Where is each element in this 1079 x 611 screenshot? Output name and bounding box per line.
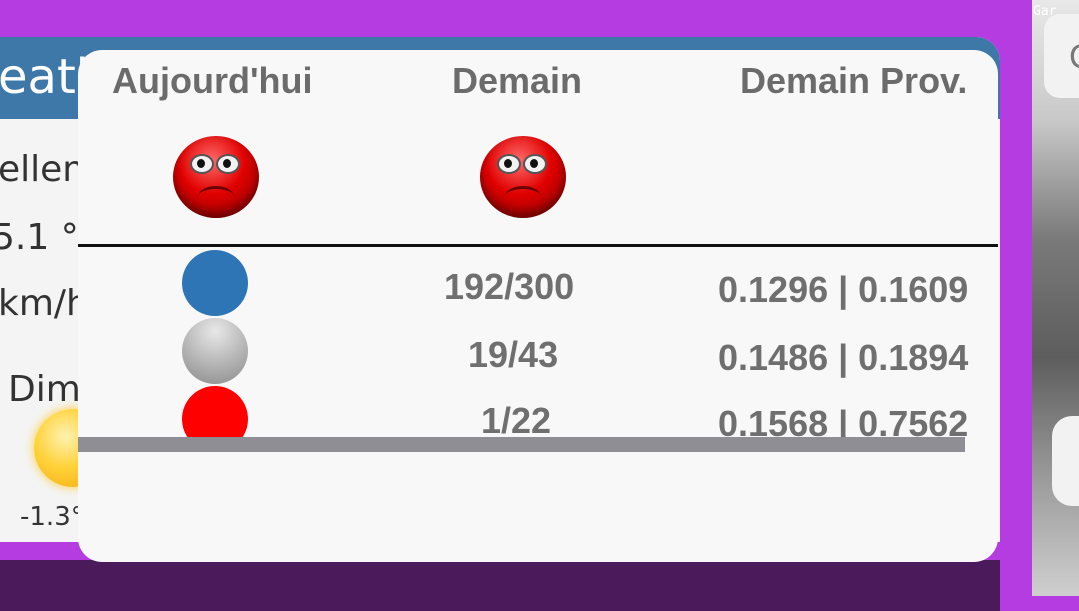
red-days-count: 1/22	[481, 400, 552, 441]
blue-day-dot	[182, 250, 248, 316]
mouth	[198, 186, 234, 207]
weather-forecast-temp: -1.3°	[20, 502, 84, 532]
weather-wind: km/h	[0, 283, 89, 324]
white-day-dot	[182, 318, 248, 384]
red-face-icon	[480, 136, 566, 218]
side-top-button-glyph: C	[1069, 38, 1079, 77]
red-face-icon	[173, 136, 259, 218]
blue-days-count: 192/300	[444, 266, 575, 307]
header-tomorrow-forecast: Demain Prov.	[740, 60, 968, 101]
mouth	[505, 186, 541, 207]
eye-right	[523, 154, 547, 174]
eye-left	[190, 154, 214, 174]
eye-left	[497, 154, 521, 174]
side-top-button[interactable]: C	[1044, 14, 1079, 98]
bottom-bar	[0, 560, 1000, 611]
side-bottom-button[interactable]	[1052, 416, 1079, 506]
eye-right	[216, 154, 240, 174]
scroll-bar[interactable]	[78, 437, 965, 452]
white-days-count: 19/43	[468, 334, 559, 375]
white-price: 0.1486 | 0.1894	[718, 337, 969, 378]
divider	[78, 244, 998, 247]
blue-price: 0.1296 | 0.1609	[718, 269, 969, 310]
header-today: Aujourd'hui	[112, 60, 313, 101]
header-tomorrow: Demain	[452, 60, 583, 101]
tempo-popup: Aujourd'hui Demain Demain Prov. 192/300 …	[78, 50, 998, 562]
